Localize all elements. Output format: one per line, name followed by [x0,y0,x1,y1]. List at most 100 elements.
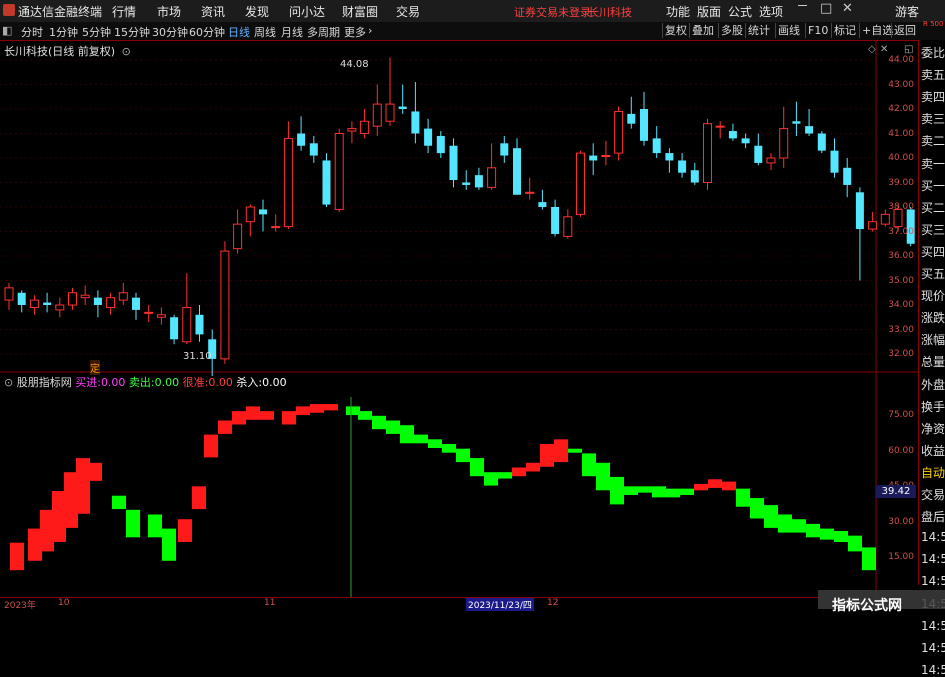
indicator-settings-icon[interactable]: ⊙ [4,376,13,389]
quote-panel-item[interactable]: 14:56 [921,530,945,544]
candle-body[interactable] [792,121,801,124]
candle-body[interactable] [513,148,521,195]
quote-panel-item[interactable]: 外盘 [921,376,945,393]
candle-body[interactable] [766,157,776,164]
menu-wealth[interactable]: 财富圈 [342,3,378,20]
quote-panel-item[interactable]: 现价 [921,287,945,304]
menu-market[interactable]: 市场 [157,3,181,20]
guest-login[interactable]: 游客 [895,3,919,20]
quote-panel-item[interactable]: 买三 [921,221,945,238]
candle-body[interactable] [640,109,648,141]
minimize-icon[interactable] [798,5,807,6]
period-60min[interactable]: 60分钟 [189,24,225,40]
period-more[interactable]: 更多 [344,24,366,40]
candle-body[interactable] [665,153,674,161]
candle-body[interactable] [347,128,357,132]
collapse-icon[interactable]: ◧ [2,24,12,37]
period-monthly[interactable]: 月线 [281,24,303,40]
candle-body[interactable] [334,133,344,210]
quote-panel-item[interactable]: 交易 [921,486,945,503]
quote-panel-item[interactable]: 涨幅 [921,331,945,348]
quote-panel-item[interactable]: 14:56 [921,619,945,633]
candle-body[interactable] [614,110,624,154]
quote-panel-item[interactable]: 卖四 [921,88,945,105]
quote-panel-item[interactable]: 卖三 [921,110,945,127]
candle-body[interactable] [843,167,852,185]
candle-body[interactable] [474,175,483,188]
period-1min[interactable]: 1分钟 [49,24,78,40]
candle-body[interactable] [43,302,52,305]
candle-body[interactable] [144,311,154,314]
quote-panel-item[interactable]: 卖五 [921,66,945,83]
candle-body[interactable] [170,317,179,340]
quote-panel-item[interactable]: 买二 [921,199,945,216]
period-daily[interactable]: 日线 [228,24,250,40]
candle-body[interactable] [589,155,598,161]
quote-panel-item[interactable]: 收益 [921,442,945,459]
candle-body[interactable] [754,145,763,163]
candle-body[interactable] [118,292,128,301]
candle-body[interactable] [805,126,814,134]
candle-body[interactable] [424,128,433,146]
menu-quotes[interactable]: 行情 [112,3,136,20]
chart-area[interactable]: ◇ ✕ ◱ [0,40,918,597]
menu-options[interactable]: 选项 [759,3,783,20]
candle-body[interactable] [360,120,370,134]
quote-panel-item[interactable]: 买一 [921,177,945,194]
candle-body[interactable] [690,170,699,183]
add-watchlist-button[interactable]: +自选 [859,23,895,38]
candle-body[interactable] [220,250,230,360]
menu-formula[interactable]: 公式 [728,3,752,20]
candle-body[interactable] [487,167,497,188]
candle-body[interactable] [817,133,826,151]
quote-panel-item[interactable]: 净资 [921,420,945,437]
candle-body[interactable] [538,202,547,207]
statistics-button[interactable]: 统计 [745,23,772,38]
candle-body[interactable] [563,216,573,237]
candle-body[interactable] [259,209,267,215]
candle-body[interactable] [703,123,712,183]
settings-icon[interactable]: ⊙ [122,45,131,58]
candle-body[interactable] [398,106,407,109]
candle-body[interactable] [372,103,382,127]
quote-panel-item[interactable]: 14:56 [921,552,945,566]
multi-stock-button[interactable]: 多股 [718,23,745,38]
candle-body[interactable] [297,133,306,146]
candle-body[interactable] [93,297,102,305]
back-button[interactable]: 返回 [891,23,918,38]
candle-body[interactable] [880,213,890,225]
candle-body[interactable] [283,137,293,228]
period-15min[interactable]: 15分钟 [114,24,150,40]
quote-panel-item[interactable]: 买五 [921,265,945,282]
candle-body[interactable] [678,160,687,173]
quote-panel-item[interactable]: 14:56 [921,663,945,677]
candle-body[interactable] [233,223,243,250]
period-multi[interactable]: 多周期 [307,24,340,40]
quote-panel-item[interactable]: 委比 [921,44,945,61]
candle-body[interactable] [156,314,166,318]
menu-trade[interactable]: 交易 [396,3,420,20]
candle-body[interactable] [195,314,204,335]
quote-panel-item[interactable]: 14:56 [921,574,945,588]
candle-body[interactable] [68,292,77,306]
candle-body[interactable] [411,111,420,134]
candle-body[interactable] [715,125,725,128]
expand-icon[interactable]: ◱ [904,44,913,55]
candle-body[interactable] [80,294,90,299]
candle-body[interactable] [652,138,661,154]
quote-panel-item[interactable]: 卖一 [921,155,945,172]
candle-body[interactable] [182,306,192,343]
quote-panel-item[interactable]: 卖二 [921,132,945,149]
quote-panel-item[interactable]: 买四 [921,243,945,260]
overlay-button[interactable]: 叠加 [689,23,716,38]
candle-body[interactable] [449,145,458,181]
candle-body[interactable] [245,206,255,223]
period-intraday[interactable]: 分时 [21,24,43,40]
period-weekly[interactable]: 周线 [254,24,276,40]
close-icon[interactable]: ✕ [842,1,853,16]
candle-body[interactable] [271,226,281,229]
quote-panel-item[interactable]: 盘后 [921,508,945,525]
candle-body[interactable] [132,297,140,310]
candle-body[interactable] [779,128,789,159]
candle-body[interactable] [868,221,878,230]
